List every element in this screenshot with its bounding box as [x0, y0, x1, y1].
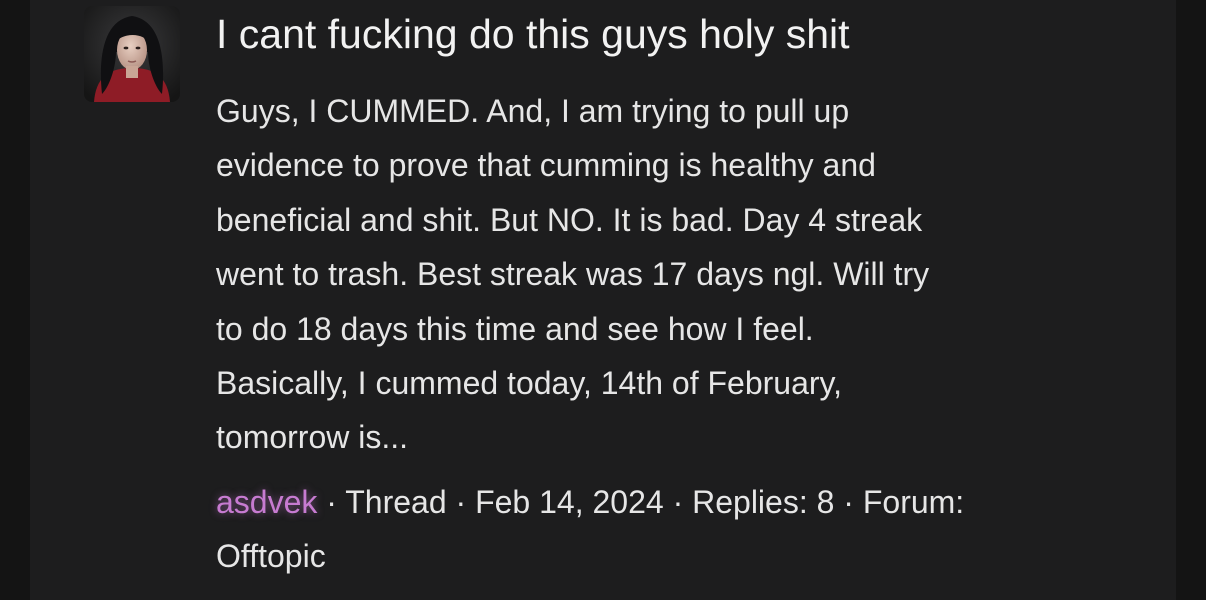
snippet-line: evidence to prove that cumming is health…: [216, 147, 876, 184]
thread-meta: asdvek · Thread · Feb 14, 2024 · Replies…: [216, 475, 1136, 583]
snippet-line: tomorrow is...: [216, 419, 409, 456]
thread-result: I cant fucking do this guys holy shit Gu…: [216, 8, 1136, 583]
snippet-line: went to trash. Best streak was 17 days n…: [216, 256, 930, 293]
replies-label: Replies:: [692, 483, 808, 520]
thread-snippet: Guys, I CUMMED. And, I am trying to pull…: [216, 84, 1136, 465]
thread-title-link[interactable]: I cant fucking do this guys holy shit: [216, 8, 1136, 60]
user-avatar-photo-icon: [84, 6, 180, 102]
meta-separator: ·: [317, 483, 346, 520]
meta-separator: ·: [834, 483, 863, 520]
replies-count: 8: [816, 483, 835, 520]
meta-line: Offtopic: [216, 529, 1136, 583]
avatar[interactable]: [84, 6, 180, 102]
snippet-line: to do 18 days this time and see how I fe…: [216, 310, 814, 347]
forum-label: Forum:: [862, 483, 965, 520]
forum-link[interactable]: Offtopic: [216, 538, 326, 574]
post-date: Feb 14, 2024: [475, 483, 664, 520]
snippet-line: Guys, I CUMMED. And, I am trying to pull…: [216, 93, 850, 129]
snippet-line: beneficial and shit. But NO. It is bad. …: [216, 201, 923, 238]
snippet-line: Basically, I cummed today, 14th of Febru…: [216, 365, 843, 402]
author-username-link[interactable]: asdvek: [216, 484, 317, 520]
content-type-label: Thread: [345, 483, 447, 520]
meta-line: asdvek · Thread · Feb 14, 2024 · Replies…: [216, 475, 1136, 529]
meta-separator: ·: [446, 483, 476, 520]
meta-separator: ·: [663, 483, 693, 520]
